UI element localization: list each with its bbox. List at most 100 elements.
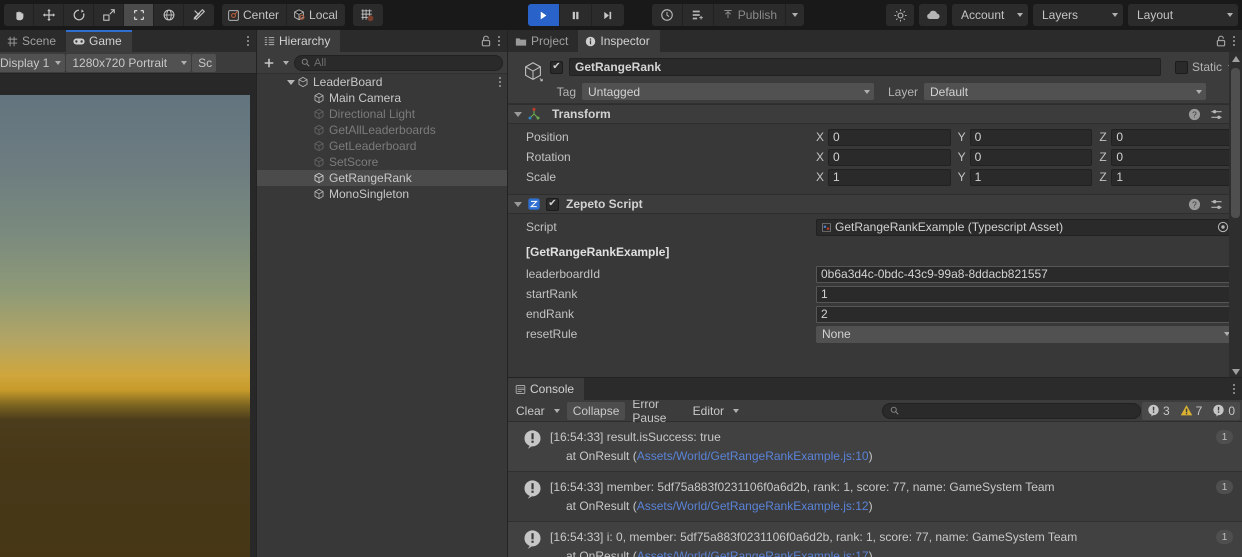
object-picker-icon[interactable] <box>1217 221 1229 233</box>
scale-z-input[interactable]: 1 <box>1111 169 1234 186</box>
scene-lighting-button[interactable] <box>886 4 914 26</box>
scale-slider-label[interactable]: Sc <box>192 54 216 72</box>
static-toggle-group[interactable]: Static <box>1175 60 1234 74</box>
hand-tool-button[interactable] <box>4 4 34 26</box>
tab-inspector[interactable]: Inspector <box>578 30 659 52</box>
display-dropdown[interactable]: Display 1 <box>0 54 65 72</box>
scale-x-input[interactable]: 1 <box>828 169 951 186</box>
transform-tool-button[interactable] <box>154 4 184 26</box>
move-tool-button[interactable] <box>34 4 64 26</box>
game-panel-menu-button[interactable] <box>247 36 249 46</box>
game-view-render[interactable] <box>0 95 256 557</box>
disclosure-triangle-icon[interactable] <box>287 80 295 85</box>
hierarchy-item-getleaderboard[interactable]: GetLeaderboard <box>257 138 507 154</box>
build-queue-button[interactable] <box>683 4 714 26</box>
editor-dropdown-button[interactable]: Editor <box>687 402 745 420</box>
rotate-tool-button[interactable] <box>64 4 94 26</box>
hierarchy-item-setscore[interactable]: SetScore <box>257 154 507 170</box>
resetrule-dropdown[interactable]: None <box>816 326 1234 343</box>
inspector-scroll-thumb[interactable] <box>1231 68 1240 218</box>
create-gameobject-button[interactable] <box>261 57 291 69</box>
help-icon[interactable]: ? <box>1188 198 1201 211</box>
pause-button[interactable] <box>560 4 592 26</box>
console-log-entry[interactable]: [16:54:33] i: 0, member: 5df75a883f02311… <box>508 522 1242 557</box>
publish-button[interactable]: Publish <box>714 4 786 26</box>
tab-scene[interactable]: Scene <box>0 30 66 52</box>
tag-dropdown[interactable]: Untagged <box>582 83 874 100</box>
publish-dropdown-button[interactable] <box>786 4 804 26</box>
step-button[interactable] <box>592 4 624 26</box>
hierarchy-item-getrangerank[interactable]: GetRangeRank <box>257 170 507 186</box>
custom-tool-button[interactable] <box>184 4 214 26</box>
scale-tool-button[interactable] <box>94 4 124 26</box>
endrank-input[interactable]: 2 <box>816 306 1234 323</box>
hierarchy-item-getallleaderboards[interactable]: GetAllLeaderboards <box>257 122 507 138</box>
hierarchy-menu-button[interactable] <box>498 36 500 46</box>
tab-project[interactable]: Project <box>508 30 578 52</box>
space-mode-button[interactable]: Local <box>287 4 345 26</box>
position-x-input[interactable]: 0 <box>828 129 951 146</box>
resolution-dropdown[interactable]: 1280x720 Portrait <box>66 54 191 72</box>
console-search-input[interactable] <box>882 403 1141 419</box>
scale-y-input[interactable]: 1 <box>970 169 1093 186</box>
help-icon[interactable]: ? <box>1188 108 1201 121</box>
console-log-entry[interactable]: [16:54:33] member: 5df75a883f0231106f0a6… <box>508 472 1242 522</box>
gameobject-enabled-checkbox[interactable] <box>550 61 563 74</box>
zepeto-script-component-header[interactable]: Zepeto Script ? <box>508 194 1242 214</box>
hierarchy-item-directional-light[interactable]: Directional Light <box>257 106 507 122</box>
scroll-up-arrow[interactable] <box>1229 52 1242 65</box>
stack-link[interactable]: Assets/World/GetRangeRankExample.js:10 <box>637 449 869 463</box>
account-dropdown[interactable]: Account <box>952 4 1028 26</box>
position-z-input[interactable]: 0 <box>1111 129 1234 146</box>
rotation-z-input[interactable]: 0 <box>1111 149 1234 166</box>
rotation-x-input[interactable]: 0 <box>828 149 951 166</box>
rect-tool-button[interactable] <box>124 4 154 26</box>
layer-dropdown[interactable]: Default <box>924 83 1206 100</box>
inspector-menu-button[interactable] <box>1233 36 1235 46</box>
stack-link[interactable]: Assets/World/GetRangeRankExample.js:12 <box>637 499 869 513</box>
layout-dropdown[interactable]: Layout <box>1128 4 1238 26</box>
play-button[interactable] <box>528 4 560 26</box>
position-y-input[interactable]: 0 <box>970 129 1093 146</box>
preset-icon[interactable] <box>1210 108 1223 121</box>
error-count-toggle[interactable]: 3 <box>1142 402 1175 420</box>
transform-component-header[interactable]: Transform ? <box>508 104 1242 124</box>
pivot-mode-button[interactable]: Center <box>222 4 287 26</box>
console-menu-button[interactable] <box>1233 384 1235 394</box>
grid-snapping-button[interactable] <box>353 4 383 26</box>
disclosure-triangle-icon[interactable] <box>514 202 522 207</box>
leaderboardid-input[interactable]: 0b6a3d4c-0bdc-43c9-99a8-8ddacb821557 <box>816 266 1234 283</box>
static-checkbox[interactable] <box>1175 61 1188 74</box>
hierarchy-item-main-camera[interactable]: Main Camera <box>257 90 507 106</box>
inspector-scrollbar[interactable] <box>1229 52 1242 378</box>
collab-button[interactable] <box>652 4 683 26</box>
clear-button[interactable]: Clear <box>510 402 566 420</box>
info-count-toggle[interactable]: 0 <box>1207 402 1240 420</box>
stack-link[interactable]: Assets/World/GetRangeRankExample.js:17 <box>637 549 869 557</box>
warning-count-toggle[interactable]: 7 <box>1175 402 1208 420</box>
gameobject-name-input[interactable]: GetRangeRank <box>569 58 1161 76</box>
rotation-y-input[interactable]: 0 <box>970 149 1093 166</box>
divider-inspector-console[interactable] <box>508 377 1242 378</box>
script-object-field[interactable]: GetRangeRankExample (Typescript Asset) <box>816 219 1234 236</box>
hierarchy-row-menu-button[interactable] <box>499 77 501 87</box>
divider-game-hierarchy[interactable] <box>256 30 257 557</box>
cloud-button[interactable] <box>919 4 947 26</box>
hierarchy-search-input[interactable]: All <box>294 55 503 71</box>
disclosure-triangle-icon[interactable] <box>514 112 522 117</box>
zepeto-script-enabled-checkbox[interactable] <box>546 198 559 211</box>
startrank-input[interactable]: 1 <box>816 286 1234 303</box>
divider-hierarchy-inspector[interactable] <box>507 30 508 557</box>
tab-game[interactable]: Game <box>66 30 132 52</box>
hierarchy-item-monosingleton[interactable]: MonoSingleton <box>257 186 507 202</box>
lock-icon[interactable] <box>481 35 491 47</box>
hierarchy-item-leaderboard[interactable]: LeaderBoard <box>257 74 507 90</box>
preset-icon[interactable] <box>1210 198 1223 211</box>
collapse-button[interactable]: Collapse <box>567 402 626 420</box>
console-log-entry[interactable]: [16:54:33] result.isSuccess: true at OnR… <box>508 422 1242 472</box>
tab-console[interactable]: Console <box>508 378 584 400</box>
error-pause-button[interactable]: Error Pause <box>626 402 685 420</box>
layers-dropdown[interactable]: Layers <box>1033 4 1123 26</box>
tab-hierarchy[interactable]: Hierarchy <box>257 30 340 52</box>
lock-icon[interactable] <box>1216 35 1226 47</box>
